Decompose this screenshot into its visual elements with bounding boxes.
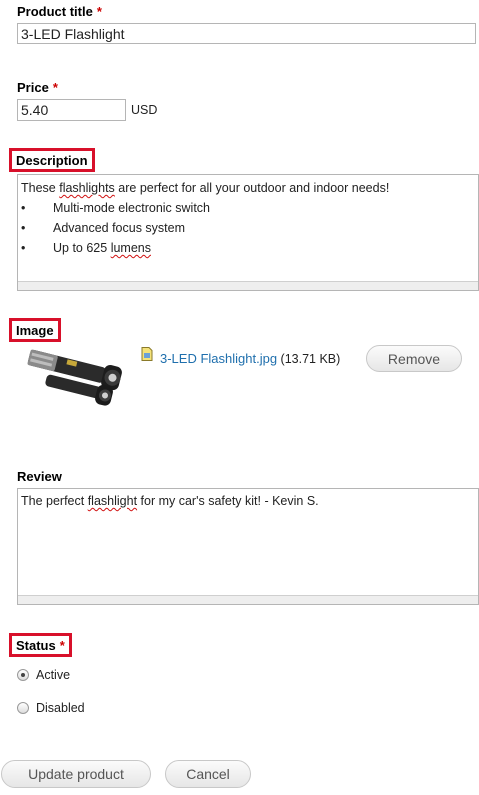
cancel-button[interactable]: Cancel xyxy=(165,760,251,788)
title-label: Product title * xyxy=(17,4,102,19)
price-label-text: Price xyxy=(17,80,49,95)
bullet-marker: • xyxy=(21,241,26,255)
description-label: Description xyxy=(9,148,95,172)
misspelled-word: lumens xyxy=(110,241,151,255)
file-link[interactable]: 3-LED Flashlight.jpg xyxy=(160,351,277,366)
file-link-row: 3-LED Flashlight.jpg (13.71 KB) xyxy=(160,351,340,366)
price-label: Price * xyxy=(17,80,58,95)
image-file-icon xyxy=(141,347,153,361)
review-label: Review xyxy=(17,469,62,484)
bullet-text: Advanced focus system xyxy=(53,221,186,235)
description-textarea[interactable]: These flashlights are perfect for all yo… xyxy=(17,174,479,291)
radio-selected-dot xyxy=(21,673,25,677)
description-bullet-2: • Advanced focus system xyxy=(21,221,185,235)
description-text: These xyxy=(21,181,60,195)
status-active-label[interactable]: Active xyxy=(36,668,70,682)
resize-grip[interactable] xyxy=(18,595,478,604)
price-input-value: 5.40 xyxy=(21,102,49,118)
description-intro: These flashlights are perfect for all yo… xyxy=(21,181,389,195)
description-text: are perfect for all your outdoor and ind… xyxy=(114,181,390,195)
review-label-text: Review xyxy=(17,469,62,484)
description-label-text: Description xyxy=(16,153,88,168)
review-text-part: for my car's safety kit! - Kevin S. xyxy=(137,494,319,508)
required-marker: * xyxy=(59,638,65,653)
bullet-marker: • xyxy=(21,221,26,235)
remove-button[interactable]: Remove xyxy=(366,345,462,372)
review-text: The perfect flashlight for my car's safe… xyxy=(21,494,319,508)
bullet-text: Up to 625 xyxy=(53,241,111,255)
required-marker: * xyxy=(52,80,58,95)
file-size: (13.71 KB) xyxy=(280,352,341,366)
misspelled-word: flashlights xyxy=(59,181,115,195)
status-label: Status * xyxy=(9,633,72,657)
review-text-part: The perfect xyxy=(21,494,88,508)
title-label-text: Product title xyxy=(17,4,93,19)
flashlight-thumbnail xyxy=(17,344,127,414)
status-disabled-radio[interactable] xyxy=(17,702,29,714)
review-textarea[interactable]: The perfect flashlight for my car's safe… xyxy=(17,488,479,605)
image-label: Image xyxy=(9,318,61,342)
title-input[interactable]: 3-LED Flashlight xyxy=(17,23,476,44)
status-disabled-label[interactable]: Disabled xyxy=(36,701,85,715)
bullet-marker: • xyxy=(21,201,26,215)
description-bullet-3: • Up to 625 lumens xyxy=(21,241,151,255)
description-bullet-1: • Multi-mode electronic switch xyxy=(21,201,210,215)
flashlight-image xyxy=(27,349,122,406)
currency-label: USD xyxy=(131,103,158,117)
title-input-value: 3-LED Flashlight xyxy=(21,26,125,42)
required-marker: * xyxy=(96,4,102,19)
bullet-text: Multi-mode electronic switch xyxy=(53,201,210,215)
status-label-text: Status xyxy=(16,638,56,653)
image-label-text: Image xyxy=(16,323,54,338)
resize-grip[interactable] xyxy=(18,281,478,290)
misspelled-word: flashlight xyxy=(87,494,138,508)
status-active-radio[interactable] xyxy=(17,669,29,681)
price-input[interactable]: 5.40 xyxy=(17,99,126,121)
update-product-button[interactable]: Update product xyxy=(1,760,151,788)
